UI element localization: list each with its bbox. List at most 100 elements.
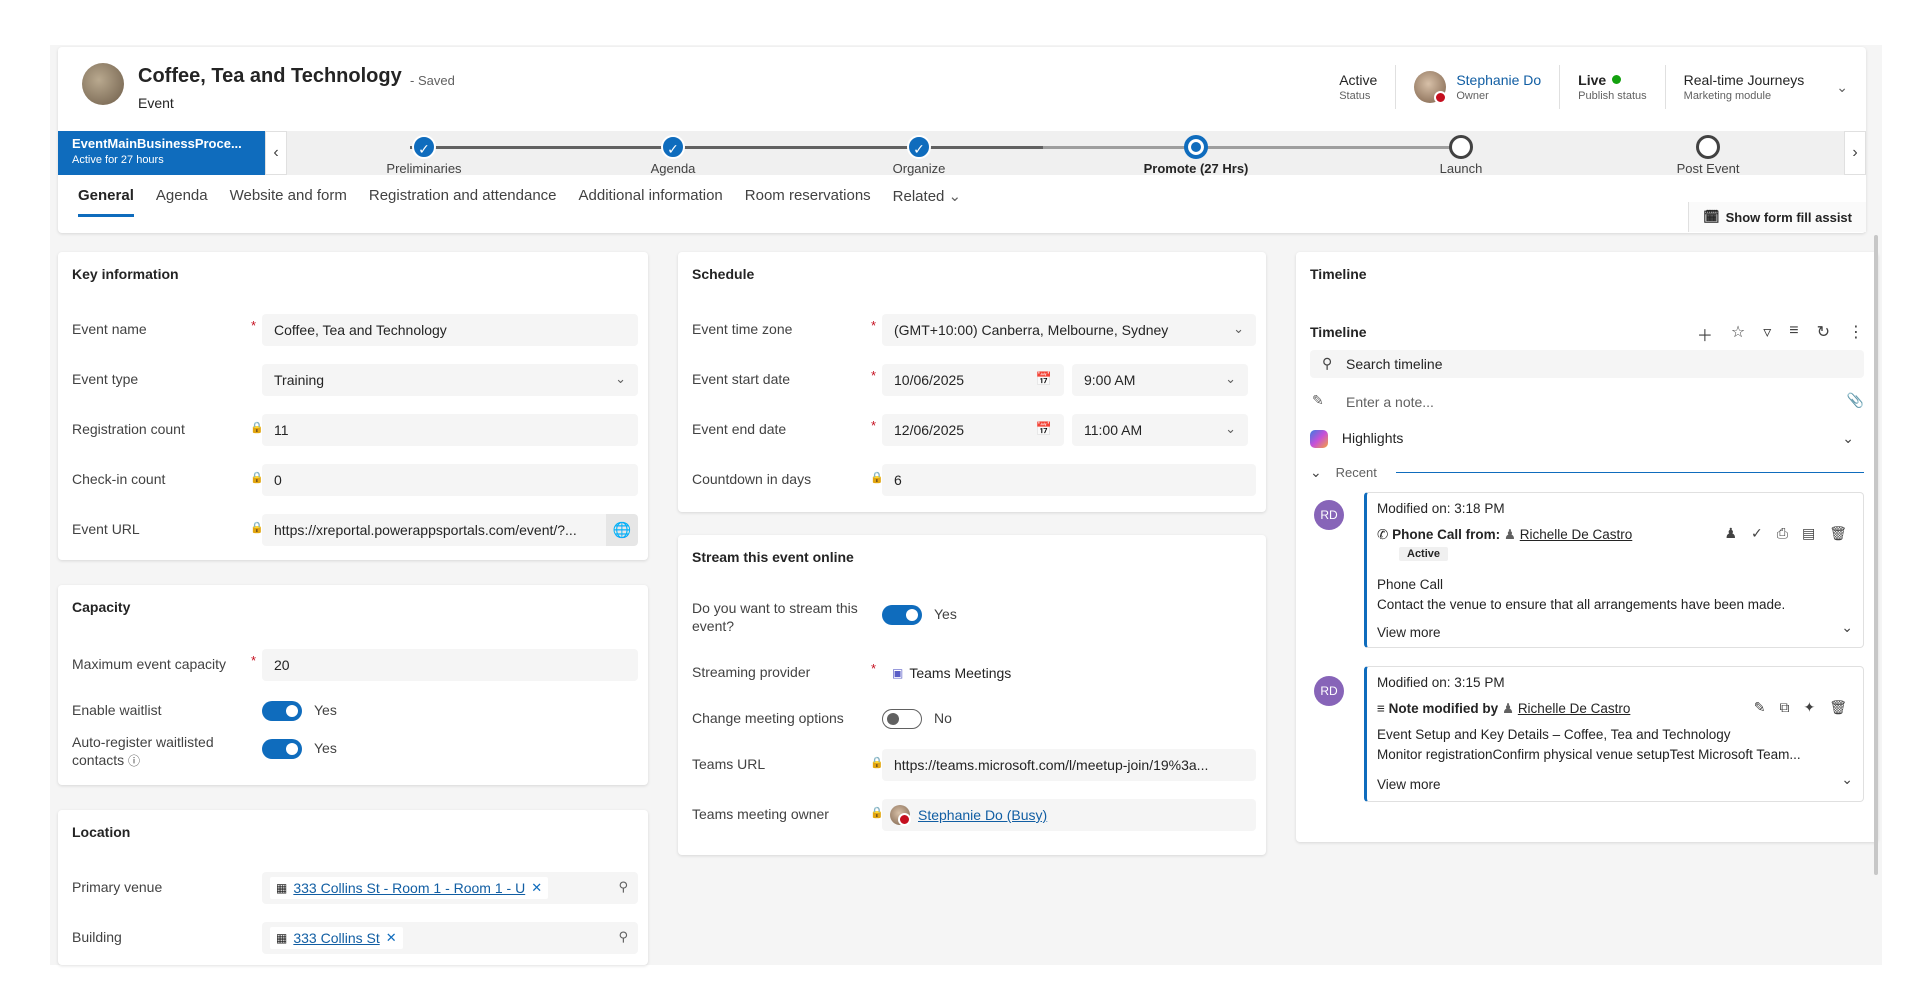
event-type-select[interactable]: Training ⌄: [262, 364, 638, 396]
tab-room-reservations[interactable]: Room reservations: [745, 187, 871, 217]
chevron-down-icon[interactable]: ⌄: [1841, 619, 1853, 636]
assign-icon[interactable]: ♟: [1724, 525, 1737, 542]
status-value: Active: [1339, 72, 1378, 88]
save-status: - Saved: [410, 73, 455, 88]
bookmark-icon[interactable]: ☆: [1731, 322, 1745, 346]
owner-label: Owner: [1456, 90, 1489, 102]
owner-avatar[interactable]: [1414, 71, 1448, 104]
auto-register-value: Yes: [314, 740, 337, 756]
list-icon[interactable]: ≡: [1789, 322, 1798, 346]
bpf-prev-chevron-icon[interactable]: ‹: [265, 131, 287, 175]
expand-header-chevron-icon[interactable]: ⌄: [1836, 79, 1848, 96]
attachment-icon[interactable]: 📎: [1847, 392, 1864, 409]
info-icon[interactable]: ⓘ: [128, 754, 140, 768]
timeline-activity-note[interactable]: Modified on: 3:15 PM ≡ Note modified by …: [1364, 666, 1864, 802]
view-more-link[interactable]: View more: [1377, 625, 1441, 640]
max-capacity-input[interactable]: 20: [262, 649, 638, 681]
bpf-stage-promote[interactable]: Promote (27 Hrs): [1111, 135, 1281, 176]
enter-note-input[interactable]: ✎ Enter a note... 📎: [1310, 392, 1864, 416]
activity-person-link[interactable]: Richelle De Castro: [1518, 701, 1631, 716]
stream-toggle[interactable]: [882, 605, 922, 625]
refresh-icon[interactable]: ↻: [1817, 322, 1830, 346]
search-icon[interactable]: ⚲: [618, 879, 628, 895]
start-time-select[interactable]: 9:00 AM ⌄: [1072, 364, 1248, 396]
enable-waitlist-toggle[interactable]: [262, 701, 302, 721]
teams-owner-link[interactable]: Stephanie Do (Busy): [918, 807, 1047, 823]
activity-person-link[interactable]: Richelle De Castro: [1520, 527, 1633, 542]
edit-icon[interactable]: ✎: [1754, 699, 1766, 716]
chevron-down-icon: ⌄: [615, 371, 626, 386]
page-scrollbar[interactable]: [1874, 235, 1878, 875]
chevron-down-icon[interactable]: ⌄: [1842, 430, 1854, 447]
tab-agenda[interactable]: Agenda: [156, 187, 208, 217]
bpf-stage-preliminaries[interactable]: ✓ Preliminaries: [339, 135, 509, 176]
tab-related[interactable]: Related ⌄: [893, 187, 961, 217]
chevron-down-icon[interactable]: ⌄: [1841, 771, 1853, 788]
queue-icon[interactable]: ▤: [1802, 525, 1815, 542]
event-name-input[interactable]: Coffee, Tea and Technology: [262, 314, 638, 346]
bpf-stage-post-event[interactable]: Post Event: [1623, 135, 1793, 176]
module-value: Real-time Journeys: [1683, 72, 1805, 88]
tab-website-and-form[interactable]: Website and form: [230, 187, 347, 217]
bpf-stage-organize[interactable]: ✓ Organize: [834, 135, 1004, 176]
timeline-activity-phone-call[interactable]: Modified on: 3:18 PM ✆ Phone Call from: …: [1364, 492, 1864, 648]
remove-icon[interactable]: ✕: [531, 880, 542, 896]
start-date-label: Event start date: [692, 371, 791, 387]
time-zone-select[interactable]: (GMT+10:00) Canberra, Melbourne, Sydney …: [882, 314, 1256, 346]
location-section: Location Primary venue ▦ 333 Collins St …: [58, 810, 648, 965]
globe-icon[interactable]: 🌐: [606, 514, 638, 546]
view-more-link[interactable]: View more: [1377, 777, 1441, 792]
module-field: Real-time Journeys Marketing module ⌄: [1664, 65, 1866, 109]
end-date-input[interactable]: 12/06/2025 📅: [882, 414, 1064, 446]
calendar-icon[interactable]: 📅: [1036, 421, 1052, 437]
form-fill-assist-button[interactable]: 🗓 Show form fill assist: [1688, 202, 1866, 232]
live-status-icon: [1612, 75, 1622, 84]
pin-icon[interactable]: ✦: [1803, 699, 1815, 716]
streaming-provider-field[interactable]: ▣ Teams Meetings: [882, 657, 1256, 689]
bpf-next-chevron-icon[interactable]: ›: [1844, 131, 1866, 175]
delete-icon[interactable]: 🗑: [1829, 525, 1847, 542]
copy-icon[interactable]: ⧉: [1779, 699, 1789, 716]
open-record-icon[interactable]: ⎙: [1777, 525, 1788, 542]
building-icon: ▦: [276, 931, 288, 945]
end-time-select[interactable]: 11:00 AM ⌄: [1072, 414, 1248, 446]
checkmark-icon[interactable]: ✓: [1751, 525, 1763, 542]
primary-venue-lookup[interactable]: ▦ 333 Collins St - Room 1 - Room 1 - U ✕…: [262, 872, 638, 904]
tab-general[interactable]: General: [78, 187, 134, 217]
activity-subject: Phone Call: [1377, 577, 1444, 592]
add-icon[interactable]: ＋: [1697, 322, 1713, 346]
auto-register-toggle[interactable]: [262, 739, 302, 759]
building-link[interactable]: 333 Collins St: [293, 930, 379, 946]
enable-waitlist-label: Enable waitlist: [72, 702, 162, 718]
bpf-active-process[interactable]: EventMainBusinessProce... Active for 27 …: [58, 131, 265, 175]
building-lookup[interactable]: ▦ 333 Collins St ✕ ⚲: [262, 922, 638, 954]
activity-type: Phone Call from:: [1392, 527, 1501, 542]
tab-additional-information[interactable]: Additional information: [579, 187, 723, 217]
calendar-icon[interactable]: 📅: [1036, 371, 1052, 387]
bpf-stage-launch[interactable]: Launch: [1376, 135, 1546, 176]
auto-register-label-text: Auto-register waitlisted contacts: [72, 734, 214, 768]
bpf-stage-agenda[interactable]: ✓ Agenda: [588, 135, 758, 176]
required-indicator: *: [251, 653, 257, 668]
more-icon[interactable]: ⋮: [1848, 322, 1864, 346]
delete-icon[interactable]: 🗑: [1829, 699, 1847, 716]
stage-label: Agenda: [650, 161, 696, 176]
venue-link[interactable]: 333 Collins St - Room 1 - Room 1 - U: [293, 880, 525, 896]
required-indicator: *: [871, 368, 877, 383]
chevron-down-icon: ⌄: [1225, 421, 1236, 436]
remove-icon[interactable]: ✕: [386, 930, 397, 946]
end-date-row: Event end date * 12/06/2025 📅 11:00 AM ⌄: [692, 414, 1256, 446]
timeline-search-input[interactable]: ⚲ Search timeline: [1310, 350, 1864, 378]
tab-registration-and-attendance[interactable]: Registration and attendance: [369, 187, 557, 217]
filter-icon[interactable]: ▿: [1763, 322, 1771, 346]
activity-actions: ✎ ⧉ ✦ 🗑: [1754, 699, 1847, 716]
search-icon[interactable]: ⚲: [618, 929, 628, 945]
chevron-down-icon: ⌄: [948, 188, 962, 205]
highlights-row[interactable]: Highlights ⌄: [1310, 430, 1864, 452]
form-assist-icon: 🗓: [1703, 209, 1720, 224]
owner-link[interactable]: Stephanie Do: [1456, 72, 1541, 88]
change-meeting-options-toggle[interactable]: [882, 709, 922, 729]
recent-group-header[interactable]: ⌄ Recent: [1310, 464, 1864, 482]
section-title: Stream this event online: [692, 549, 854, 565]
start-date-input[interactable]: 10/06/2025 📅: [882, 364, 1064, 396]
